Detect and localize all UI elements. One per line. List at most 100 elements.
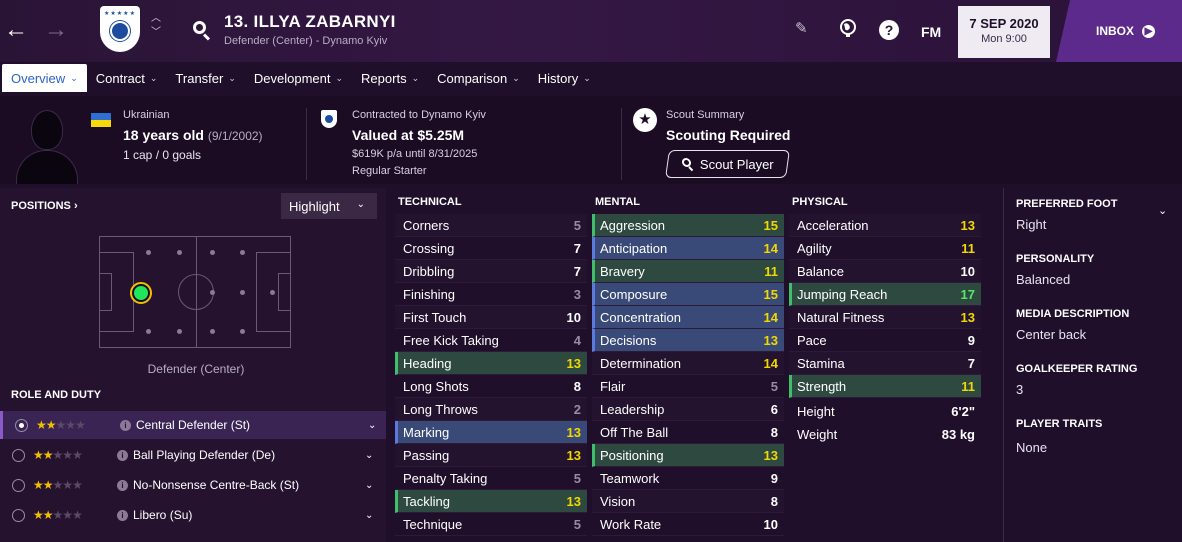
attribute-row[interactable]: Positioning 13: [592, 444, 784, 467]
position-marker[interactable]: [130, 282, 152, 304]
tab-history[interactable]: History ⌄: [529, 64, 600, 92]
attribute-row[interactable]: Anticipation 14: [592, 237, 784, 260]
attribute-name: Tackling: [403, 493, 450, 509]
current-day-time: Mon 9:00: [981, 33, 1027, 45]
attribute-row[interactable]: Aggression 15: [592, 214, 784, 237]
forward-arrow-icon[interactable]: →: [44, 18, 68, 42]
info-icon[interactable]: i: [117, 479, 128, 491]
tab-contract[interactable]: Contract ⌄: [87, 64, 167, 92]
attribute-row[interactable]: Finishing 3: [395, 283, 587, 306]
role-radio[interactable]: [12, 478, 25, 492]
club-crest-icon[interactable]: ★★★★★: [100, 6, 140, 52]
attribute-row[interactable]: Concentration 14: [592, 306, 784, 329]
attribute-value: 13: [566, 447, 581, 463]
fm-logo[interactable]: FM: [921, 21, 941, 43]
attribute-row[interactable]: Dribbling 7: [395, 260, 587, 283]
tab-development[interactable]: Development ⌄: [245, 64, 352, 92]
info-icon[interactable]: i: [117, 449, 128, 461]
attribute-value: 8: [770, 493, 778, 509]
role-row[interactable]: ★★★★★ i Central Defender (St) ⌄: [0, 411, 386, 439]
role-radio[interactable]: [12, 448, 25, 462]
chevron-down-icon[interactable]: ⌄: [365, 450, 373, 461]
attribute-row[interactable]: Heading 13: [395, 352, 587, 375]
search-icon[interactable]: [193, 21, 211, 41]
personality-label: PERSONALITY: [1016, 253, 1095, 265]
role-radio[interactable]: [15, 418, 28, 432]
chevron-down-icon[interactable]: ⌄: [1158, 204, 1167, 217]
attribute-row[interactable]: Stamina 7: [789, 352, 981, 375]
tab-overview[interactable]: Overview ⌄: [2, 64, 87, 92]
role-row[interactable]: ★★★★★ i No-Nonsense Centre-Back (St) ⌄: [0, 471, 386, 499]
tab-transfer[interactable]: Transfer ⌄: [166, 64, 244, 92]
tab-bar: Overview ⌄ Contract ⌄ Transfer ⌄ Developmen…: [0, 64, 600, 92]
attribute-row[interactable]: Tackling 13: [395, 490, 587, 513]
attribute-row[interactable]: Natural Fitness 13: [789, 306, 981, 329]
star-icon: ★: [42, 478, 54, 492]
highlight-dropdown[interactable]: Highlight ⌄: [281, 193, 377, 219]
attribute-row[interactable]: Penalty Taking 5: [395, 467, 587, 490]
height-value: 6'2": [951, 404, 975, 419]
tab-comparison[interactable]: Comparison ⌄: [428, 64, 529, 92]
role-radio[interactable]: [12, 508, 25, 522]
scout-button-label: Scout Player: [699, 156, 774, 172]
attribute-row[interactable]: Marking 13: [395, 421, 587, 444]
attribute-name: First Touch: [403, 309, 467, 325]
chevron-down-icon: ⌄: [583, 72, 591, 83]
attribute-name: Strength: [797, 378, 847, 394]
back-arrow-icon[interactable]: ←: [4, 18, 28, 42]
attribute-row[interactable]: Off The Ball 8: [592, 421, 784, 444]
attribute-value: 14: [763, 309, 778, 325]
attribute-value: 7: [967, 355, 975, 371]
attribute-row[interactable]: Decisions 13: [592, 329, 784, 352]
tab-reports[interactable]: Reports ⌄: [352, 64, 428, 92]
attribute-row[interactable]: Crossing 7: [395, 237, 587, 260]
attribute-row[interactable]: Teamwork 9: [592, 467, 784, 490]
attribute-row[interactable]: Determination 14: [592, 352, 784, 375]
attribute-value: 6: [770, 401, 778, 417]
attribute-row[interactable]: Composure 15: [592, 283, 784, 306]
attribute-row[interactable]: Free Kick Taking 4: [395, 329, 587, 352]
player-value: Valued at $5.25M: [352, 127, 465, 143]
attribute-row[interactable]: Leadership 6: [592, 398, 784, 421]
attribute-row[interactable]: Long Shots 8: [395, 375, 587, 398]
info-icon[interactable]: i: [120, 419, 131, 431]
attribute-row[interactable]: Jumping Reach 17: [789, 283, 981, 306]
globe-icon[interactable]: [838, 18, 858, 43]
media-description-value: Center back: [1016, 327, 1087, 342]
date-display[interactable]: 7 SEP 2020 Mon 9:00: [958, 6, 1050, 58]
info-icon[interactable]: i: [117, 509, 128, 521]
attribute-row[interactable]: Agility 11: [789, 237, 981, 260]
attribute-row[interactable]: Technique 5: [395, 513, 587, 536]
divider: [306, 108, 307, 180]
attribute-row[interactable]: Long Throws 2: [395, 398, 587, 421]
role-name: Ball Playing Defender (De): [133, 448, 276, 462]
help-icon[interactable]: ?: [879, 20, 899, 40]
pencil-icon[interactable]: ✎: [795, 18, 808, 40]
attribute-row[interactable]: Work Rate 10: [592, 513, 784, 536]
chevron-down-icon[interactable]: ﹀: [151, 26, 161, 40]
attribute-row[interactable]: First Touch 10: [395, 306, 587, 329]
attribute-row[interactable]: Strength 11: [789, 375, 981, 398]
attribute-row[interactable]: Bravery 11: [592, 260, 784, 283]
inbox-button[interactable]: INBOX ▶: [1056, 0, 1182, 62]
crest-switcher[interactable]: ︿ ﹀: [151, 12, 161, 40]
attribute-row[interactable]: Vision 8: [592, 490, 784, 513]
chevron-down-icon[interactable]: ⌄: [368, 420, 376, 431]
scout-player-button[interactable]: Scout Player: [665, 150, 790, 178]
attribute-row[interactable]: Acceleration 13: [789, 214, 981, 237]
role-row[interactable]: ★★★★★ i Ball Playing Defender (De) ⌄: [0, 441, 386, 469]
chevron-down-icon[interactable]: ⌄: [365, 510, 373, 521]
attribute-row[interactable]: Corners 5: [395, 214, 587, 237]
attribute-row[interactable]: Passing 13: [395, 444, 587, 467]
attribute-row[interactable]: Flair 5: [592, 375, 784, 398]
attribute-row[interactable]: Pace 9: [789, 329, 981, 352]
attribute-name: Leadership: [600, 401, 665, 417]
attribute-value: 8: [770, 424, 778, 440]
role-row[interactable]: ★★★★★ i Libero (Su) ⌄: [0, 501, 386, 529]
positions-title[interactable]: POSITIONS ›: [11, 200, 78, 212]
chevron-up-icon[interactable]: ︿: [151, 12, 161, 26]
chevron-down-icon[interactable]: ⌄: [365, 480, 373, 491]
attribute-name: Anticipation: [600, 240, 668, 256]
attribute-name: Free Kick Taking: [403, 332, 499, 348]
attribute-row[interactable]: Balance 10: [789, 260, 981, 283]
